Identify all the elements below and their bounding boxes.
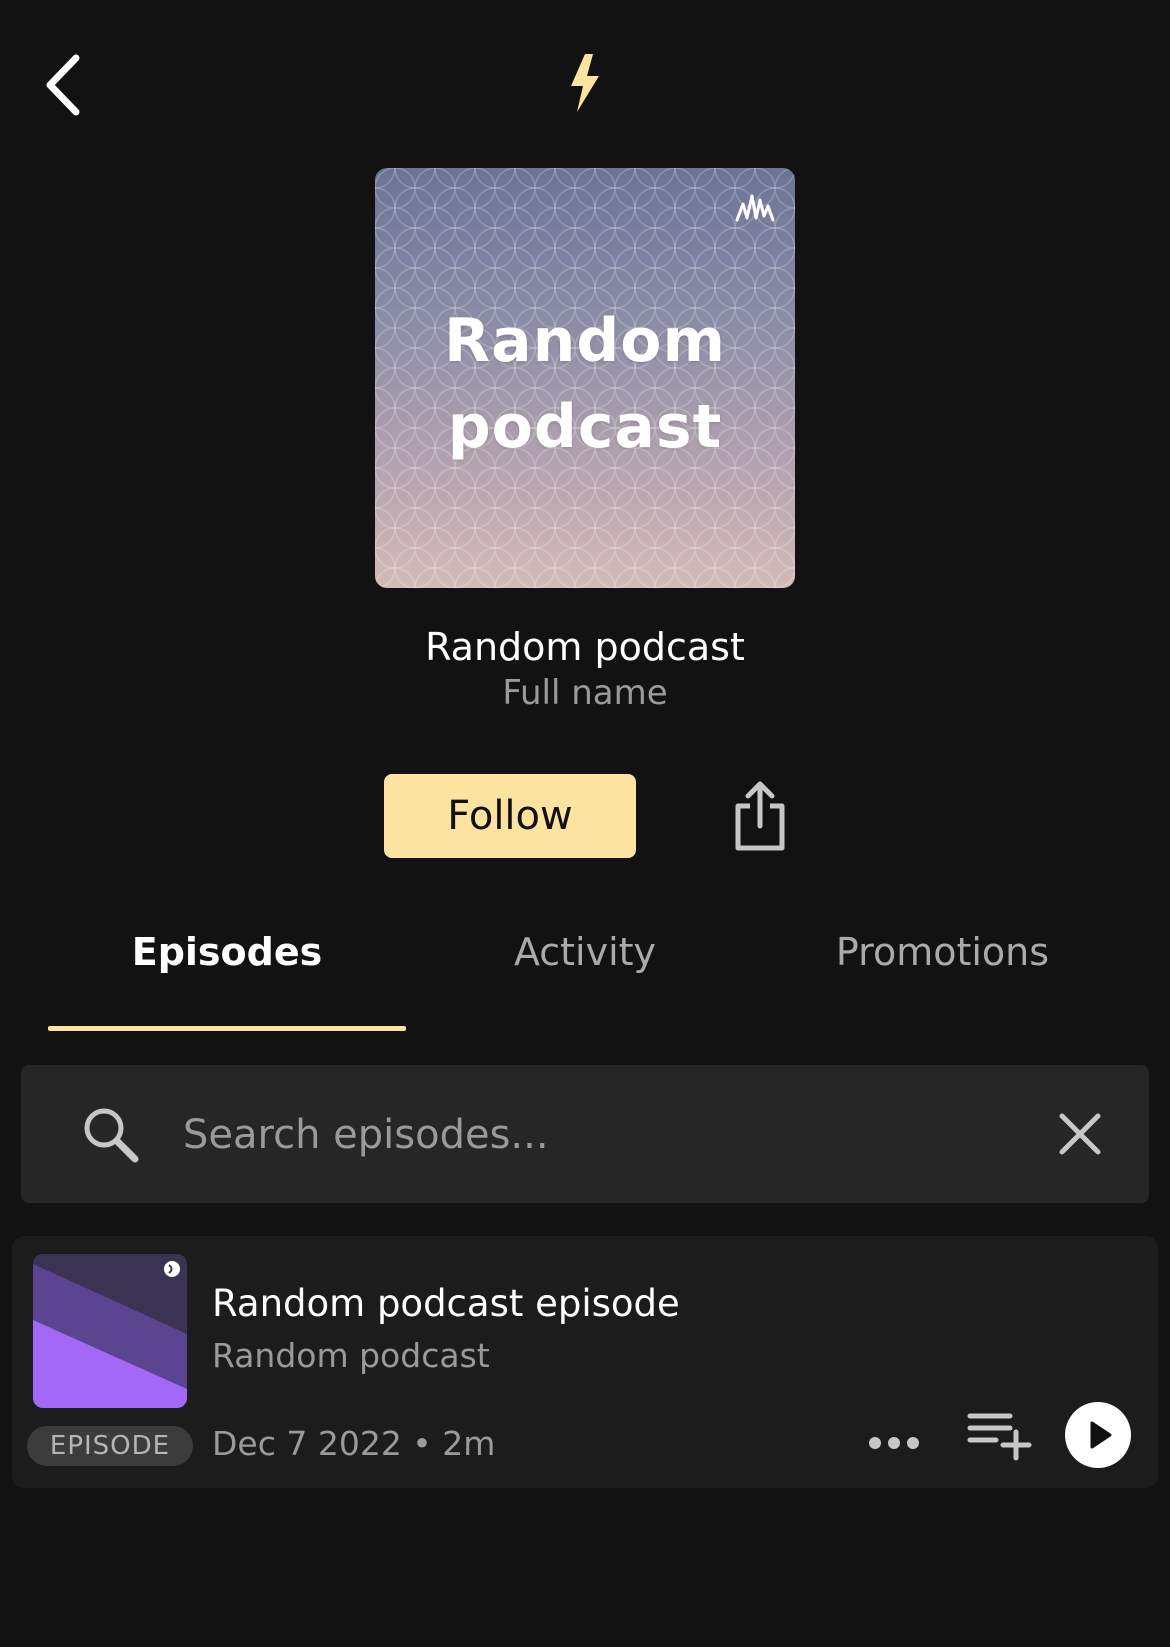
episode-date-duration: Dec 7 2022 • 2m xyxy=(212,1424,496,1463)
episode-more-button[interactable] xyxy=(867,1416,921,1470)
episode-thumbnail xyxy=(33,1254,187,1408)
episode-list-item[interactable]: Random podcast episode Random podcast EP… xyxy=(12,1236,1158,1488)
clear-search-button[interactable] xyxy=(1056,1110,1104,1158)
episode-type-badge: EPISODE xyxy=(27,1426,193,1466)
episode-title[interactable]: Random podcast episode xyxy=(212,1282,680,1325)
tab-bar: Episodes Activity Promotions xyxy=(0,900,1170,1031)
episode-podcast-name: Random podcast xyxy=(212,1336,490,1375)
chevron-left-icon xyxy=(46,54,80,116)
search-input[interactable] xyxy=(181,1095,1005,1175)
episode-search-bar xyxy=(21,1065,1149,1203)
cover-title: Random podcast xyxy=(443,306,727,462)
share-icon xyxy=(735,781,785,851)
back-button[interactable] xyxy=(40,50,90,120)
follow-button[interactable]: Follow xyxy=(384,774,636,858)
podcast-author: Full name xyxy=(502,673,668,713)
share-button[interactable] xyxy=(730,780,790,852)
close-icon xyxy=(1059,1113,1101,1155)
playlist-add-icon xyxy=(967,1413,1032,1461)
tab-activity[interactable]: Activity xyxy=(430,930,740,974)
anchor-logo-icon xyxy=(735,194,775,222)
play-icon xyxy=(1090,1421,1112,1449)
more-horizontal-icon xyxy=(869,1437,919,1449)
play-episode-button[interactable] xyxy=(1065,1402,1131,1468)
search-icon xyxy=(84,1108,139,1163)
podcast-title: Random podcast xyxy=(425,625,745,669)
tab-promotions[interactable]: Promotions xyxy=(770,930,1115,974)
lightning-bolt-icon xyxy=(565,52,605,114)
tab-episodes[interactable]: Episodes xyxy=(48,930,406,974)
add-to-queue-button[interactable] xyxy=(966,1408,1032,1462)
active-tab-indicator xyxy=(48,1026,406,1031)
podcast-cover-art: Random podcast xyxy=(375,168,795,588)
